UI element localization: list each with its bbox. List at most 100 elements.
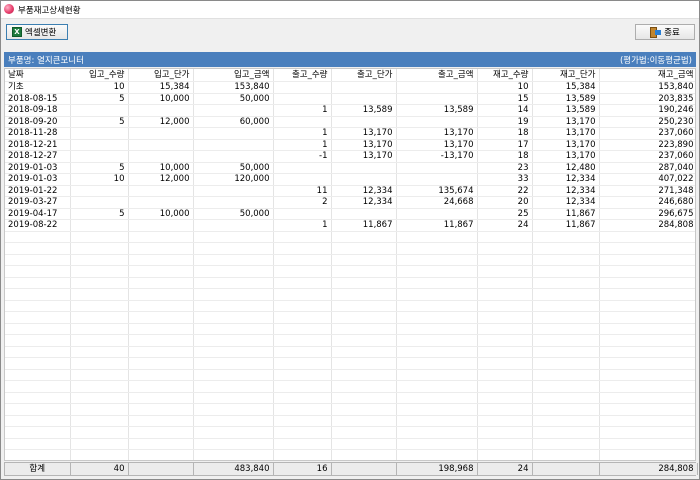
empty-row[interactable]: [5, 369, 695, 381]
table-cell: [331, 334, 397, 347]
column-header[interactable]: 재고_단가: [532, 69, 600, 82]
table-cell: [128, 403, 194, 416]
table-cell: 5: [70, 93, 129, 105]
totals-cell: 284,808: [599, 463, 698, 475]
table-cell: 18: [477, 150, 533, 163]
table-cell: 1: [273, 127, 332, 140]
empty-row[interactable]: [5, 357, 695, 370]
empty-row[interactable]: [5, 415, 695, 427]
empty-row[interactable]: [5, 334, 695, 347]
empty-row[interactable]: [5, 265, 695, 278]
table-cell: [5, 265, 71, 278]
table-row[interactable]: 2018-09-18 1 13,589 13,589 14 13,589 190,246: [5, 104, 695, 117]
table-row[interactable]: 2018-09-20 5 12,000 60,000 19 13,170 250,230: [5, 116, 695, 128]
empty-row[interactable]: [5, 438, 695, 450]
table-cell: [70, 185, 129, 197]
table-row[interactable]: 2018-12-21 1 13,170 13,170 17 13,170 223,890: [5, 139, 695, 151]
inventory-grid[interactable]: 날짜 입고_수량 입고_단가 입고_금액 출고_수량 출고_단가 출고_금액 재고_수량 재고_…: [4, 68, 696, 461]
empty-row[interactable]: [5, 231, 695, 243]
table-cell: [273, 277, 332, 289]
table-row[interactable]: 2018-11-28 1 13,170 13,170 18 13,170 237,060: [5, 127, 695, 140]
table-cell: [532, 231, 600, 243]
table-cell: [128, 311, 194, 324]
part-info-bar: 부품명: 열지큰모니터 (평가법:이동평균법): [4, 52, 696, 67]
table-cell: [128, 277, 194, 289]
table-cell: [193, 265, 274, 278]
table-cell: [128, 438, 194, 450]
table-cell: 2018-12-27: [5, 150, 71, 163]
empty-row[interactable]: [5, 288, 695, 301]
table-cell: 12,000: [128, 116, 194, 128]
table-cell: 18: [477, 127, 533, 140]
empty-row[interactable]: [5, 392, 695, 404]
table-cell: [396, 323, 478, 335]
table-cell: [5, 323, 71, 335]
table-cell: [477, 242, 533, 255]
table-row[interactable]: 2019-01-03 5 10,000 50,000 23 12,480 287,040: [5, 162, 695, 174]
table-cell: 13,170: [331, 139, 397, 151]
column-header[interactable]: 재고_금액: [599, 69, 695, 82]
table-cell: [273, 357, 332, 370]
excel-export-button[interactable]: X 엑셀변환: [6, 24, 68, 40]
title-bar: 부품재고상세현황: [1, 1, 699, 19]
table-cell: [5, 357, 71, 370]
table-cell: [273, 162, 332, 174]
table-cell: [396, 380, 478, 393]
table-row[interactable]: 2019-01-22 11 12,334 135,674 22 12,334 271,348: [5, 185, 695, 197]
empty-row[interactable]: [5, 323, 695, 335]
empty-row[interactable]: [5, 380, 695, 393]
table-cell: [273, 288, 332, 301]
empty-row[interactable]: [5, 449, 695, 460]
table-cell: [331, 208, 397, 220]
empty-row[interactable]: [5, 346, 695, 358]
empty-row[interactable]: [5, 300, 695, 312]
column-header[interactable]: 출고_수량: [273, 69, 332, 82]
table-cell: [331, 346, 397, 358]
table-cell: [70, 254, 129, 266]
table-row[interactable]: 2018-08-15 5 10,000 50,000 15 13,589 203,835: [5, 93, 695, 105]
table-row[interactable]: 2019-04-17 5 10,000 50,000 25 11,867 296,675: [5, 208, 695, 220]
column-header[interactable]: 입고_단가: [128, 69, 194, 82]
empty-row[interactable]: [5, 311, 695, 324]
table-cell: [599, 392, 695, 404]
table-cell: [273, 449, 332, 460]
table-cell: [5, 380, 71, 393]
table-row[interactable]: 2019-08-22 1 11,867 11,867 24 11,867 284,808: [5, 219, 695, 232]
table-row[interactable]: 2019-01-03 10 12,000 120,000 33 12,334 407,022: [5, 173, 695, 186]
column-header[interactable]: 날짜: [5, 69, 71, 82]
column-header[interactable]: 재고_수량: [477, 69, 533, 82]
empty-row[interactable]: [5, 277, 695, 289]
empty-row[interactable]: [5, 403, 695, 416]
table-cell: [477, 323, 533, 335]
table-cell: [273, 392, 332, 404]
table-cell: [396, 277, 478, 289]
column-header[interactable]: 출고_금액: [396, 69, 478, 82]
empty-row[interactable]: [5, 426, 695, 439]
table-cell: [128, 288, 194, 301]
column-header[interactable]: 입고_수량: [70, 69, 129, 82]
table-cell: [70, 426, 129, 439]
table-cell: [128, 415, 194, 427]
table-cell: [477, 357, 533, 370]
close-button[interactable]: 종료: [635, 24, 695, 40]
table-cell: [331, 277, 397, 289]
table-cell: [331, 415, 397, 427]
table-cell: [331, 288, 397, 301]
table-cell: [70, 265, 129, 278]
table-cell: [477, 369, 533, 381]
table-row[interactable]: 2018-12-27 -1 13,170 -13,170 18 13,170 237,060: [5, 150, 695, 163]
table-row[interactable]: 2019-03-27 2 12,334 24,668 20 12,334 246,680: [5, 196, 695, 209]
empty-row[interactable]: [5, 242, 695, 255]
column-header[interactable]: 입고_금액: [193, 69, 274, 82]
table-cell: [477, 415, 533, 427]
empty-row[interactable]: [5, 254, 695, 266]
table-cell: [396, 334, 478, 347]
table-cell: [128, 185, 194, 197]
table-row[interactable]: 기초 10 15,384 153,840 10 15,384 153,840: [5, 81, 695, 94]
column-header[interactable]: 출고_단가: [331, 69, 397, 82]
table-cell: 2018-09-20: [5, 116, 71, 128]
table-cell: [532, 357, 600, 370]
table-cell: [331, 231, 397, 243]
table-cell: 2018-09-18: [5, 104, 71, 117]
table-cell: [5, 369, 71, 381]
